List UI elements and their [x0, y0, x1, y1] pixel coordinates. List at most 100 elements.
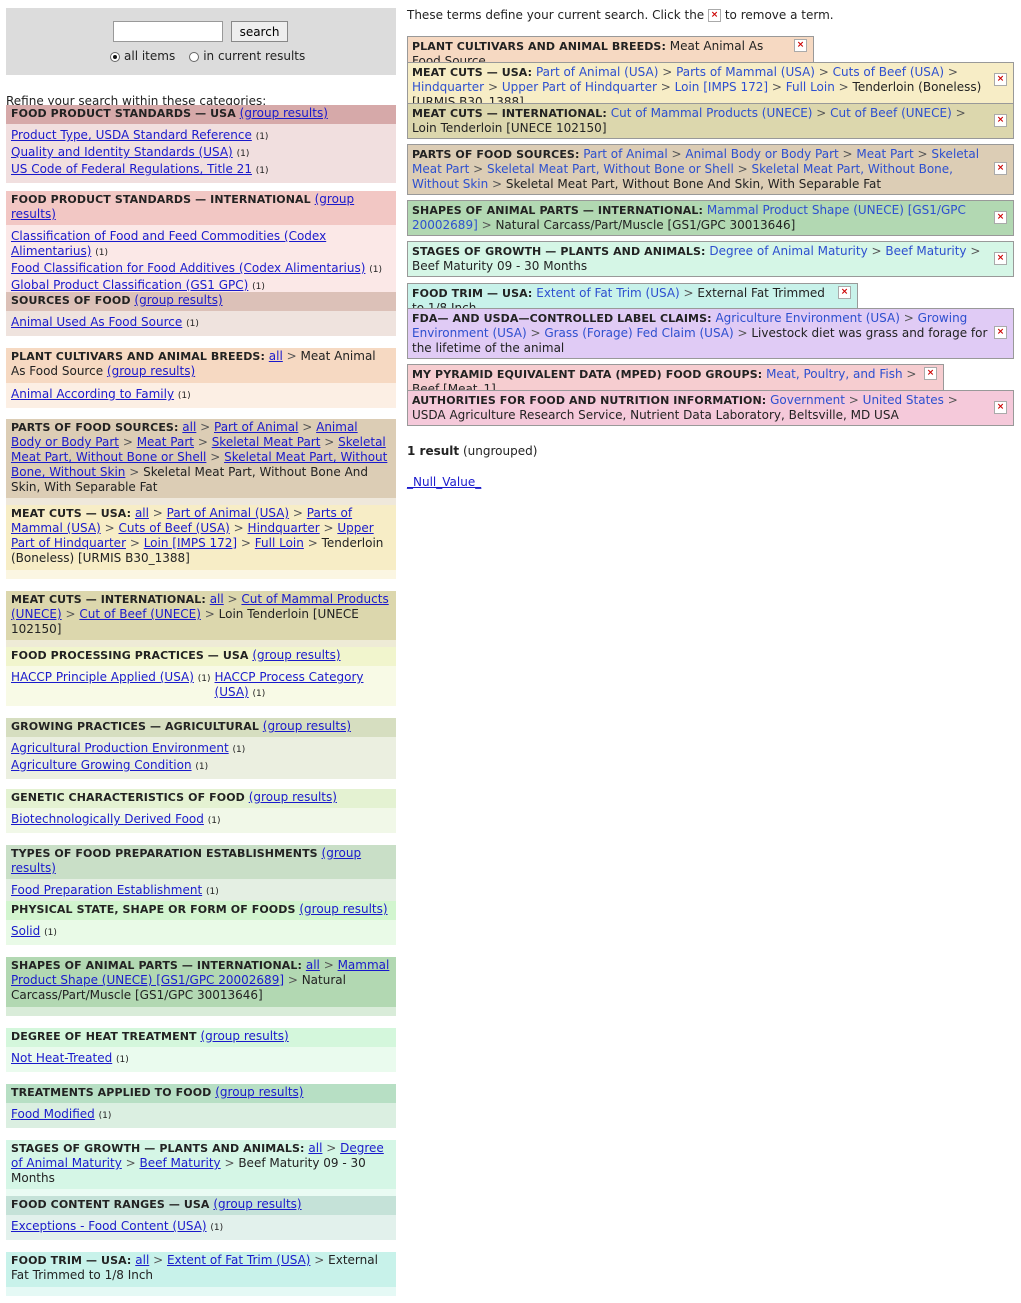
facet-item-count: (1) [186, 319, 199, 329]
term-breadcrumb-link[interactable]: Cut of Beef (UNECE) [830, 106, 952, 120]
breadcrumb-separator: > [119, 435, 137, 449]
term-breadcrumb-link[interactable]: Beef Maturity [885, 244, 966, 258]
remove-term-icon[interactable]: × [994, 73, 1007, 86]
term-breadcrumb-link[interactable]: Part of Animal (USA) [536, 65, 658, 79]
facet-breadcrumb-link[interactable]: all [306, 958, 320, 972]
term-breadcrumb-link[interactable]: United States [863, 393, 944, 407]
facet-breadcrumb-link[interactable]: Hindquarter [248, 521, 320, 535]
term-breadcrumb-link[interactable]: Degree of Animal Maturity [709, 244, 867, 258]
remove-term-icon[interactable]: × [994, 162, 1007, 175]
search-input[interactable] [113, 21, 223, 42]
facet-item-link[interactable]: Agricultural Production Environment [11, 741, 229, 755]
term-breadcrumb-link[interactable]: Hindquarter [412, 80, 484, 94]
group-results-link[interactable]: (group results) [252, 648, 340, 662]
facet-breadcrumb-link[interactable]: Skeletal Meat Part [212, 435, 321, 449]
group-results-link[interactable]: (group results) [249, 790, 337, 804]
group-results-link[interactable]: (group results) [107, 364, 195, 378]
term-breadcrumb-link[interactable]: Loin [IMPS 172] [675, 80, 768, 94]
term-breadcrumb-link[interactable]: Government [770, 393, 845, 407]
facet-item-link[interactable]: Global Product Classification (GS1 GPC) [11, 278, 248, 292]
facet-item-link[interactable]: US Code of Federal Regulations, Title 21 [11, 162, 252, 176]
facet-breadcrumb-link[interactable]: Extent of Fat Trim (USA) [167, 1253, 310, 1267]
radio-all-items[interactable] [110, 51, 120, 62]
search-button[interactable]: search [231, 21, 288, 42]
facet-box: PLANT CULTIVARS AND ANIMAL BREEDS: all >… [6, 348, 396, 408]
facet-item-count: (1) [207, 816, 221, 826]
remove-term-icon[interactable]: × [994, 114, 1007, 127]
remove-term-icon[interactable]: × [994, 326, 1007, 339]
group-results-link[interactable]: (group results) [213, 1197, 301, 1211]
group-results-link[interactable]: (group results) [200, 1029, 288, 1043]
term-breadcrumb-link[interactable]: Cuts of Beef (USA) [833, 65, 944, 79]
facet-breadcrumb-link[interactable]: Loin [IMPS 172] [144, 536, 237, 550]
term-breadcrumb-link[interactable]: Cut of Mammal Products (UNECE) [611, 106, 813, 120]
facet-item-link[interactable]: Quality and Identity Standards (USA) [11, 145, 233, 159]
facet-item-link[interactable]: HACCP Principle Applied (USA) [11, 670, 194, 684]
breadcrumb-separator: > [322, 1141, 341, 1155]
group-results-link[interactable]: (group results) [299, 902, 387, 916]
facet-item-count: (1) [255, 166, 269, 176]
remove-term-icon[interactable]: × [794, 39, 807, 52]
facet-item-link[interactable]: Product Type, USDA Standard Reference [11, 128, 252, 142]
facet-breadcrumb-link[interactable]: Cut of Beef (UNECE) [79, 607, 201, 621]
facet-item-link[interactable]: Solid [11, 924, 40, 938]
facet-breadcrumb-link[interactable]: Part of Animal [214, 420, 298, 434]
remove-term-icon[interactable]: × [924, 367, 937, 380]
facet-item-link[interactable]: Food Modified [11, 1107, 95, 1121]
facet-item-link[interactable]: Agriculture Growing Condition [11, 758, 192, 772]
term-breadcrumb-link[interactable]: Upper Part of Hindquarter [502, 80, 657, 94]
term-breadcrumb-link[interactable]: Full Loin [786, 80, 835, 94]
facet-box: DEGREE OF HEAT TREATMENT (group results)… [6, 1028, 396, 1072]
term-breadcrumb-link[interactable]: Meat, Poultry, and Fish [766, 367, 903, 381]
breadcrumb-separator: > [284, 973, 302, 987]
term-breadcrumb-link[interactable]: Skeletal Meat Part, Without Bone or Shel… [487, 162, 734, 176]
term-breadcrumb-link[interactable]: Animal Body or Body Part [685, 147, 838, 161]
term-breadcrumb-link[interactable]: Agriculture Environment (USA) [715, 311, 899, 325]
facet-title: SOURCES OF FOOD [11, 294, 131, 307]
remove-term-icon[interactable]: × [838, 286, 851, 299]
facet-header: FOOD PRODUCT STANDARDS — INTERNATIONAL (… [6, 191, 396, 225]
facet-item-link[interactable]: Food Classification for Food Additives (… [11, 261, 365, 275]
facet-item: Classification of Food and Feed Commodit… [11, 229, 391, 261]
term-breadcrumb-link[interactable]: Parts of Mammal (USA) [676, 65, 815, 79]
facet-box: TYPES OF FOOD PREPARATION ESTABLISHMENTS… [6, 845, 396, 904]
term-breadcrumb-link[interactable]: Meat Part [856, 147, 913, 161]
group-results-link[interactable]: (group results) [240, 106, 328, 120]
facet-breadcrumb-link[interactable]: Part of Animal (USA) [167, 506, 289, 520]
facet-breadcrumb-link[interactable]: Cuts of Beef (USA) [118, 521, 229, 535]
group-results-link[interactable]: (group results) [215, 1085, 303, 1099]
facet-breadcrumb-link[interactable]: all [308, 1141, 322, 1155]
breadcrumb-separator: > [100, 521, 119, 535]
term-breadcrumb-link[interactable]: Part of Animal [583, 147, 667, 161]
facet-item-link[interactable]: HACCP Process Category (USA) [215, 670, 364, 699]
facet-item-link[interactable]: Classification of Food and Feed Commodit… [11, 229, 326, 258]
term-breadcrumb-link[interactable]: Extent of Fat Trim (USA) [536, 286, 679, 300]
facet-item-link[interactable]: Biotechnologically Derived Food [11, 812, 204, 826]
facet-item-link[interactable]: Animal According to Family [11, 387, 174, 401]
facet-item-link[interactable]: Exceptions - Food Content (USA) [11, 1219, 207, 1233]
facet-breadcrumb-link[interactable]: Beef Maturity [140, 1156, 221, 1170]
facet-item-link[interactable]: Food Preparation Establishment [11, 883, 202, 897]
facet-breadcrumb-link[interactable]: all [269, 349, 283, 363]
facet-breadcrumb-link[interactable]: Meat Part [137, 435, 194, 449]
facet-item-count: (1) [95, 248, 108, 258]
facet-breadcrumb-link[interactable]: all [135, 1253, 149, 1267]
facet-item-link[interactable]: Not Heat-Treated [11, 1051, 112, 1065]
facet-item-link[interactable]: Animal Used As Food Source [11, 315, 182, 329]
facet-breadcrumb-link[interactable]: all [135, 506, 149, 520]
remove-term-icon[interactable]: × [994, 252, 1007, 265]
facet-item: HACCP Process Category (USA) (1) [215, 670, 365, 702]
facet-breadcrumb-link[interactable]: all [182, 420, 196, 434]
group-results-link[interactable]: (group results) [134, 293, 222, 307]
facet-breadcrumb-link[interactable]: all [210, 592, 224, 606]
remove-term-icon[interactable]: × [994, 401, 1007, 414]
term-breadcrumb-link[interactable]: Grass (Forage) Fed Claim (USA) [544, 326, 733, 340]
facet-breadcrumb-link[interactable]: Full Loin [255, 536, 304, 550]
result-link[interactable]: _Null_Value_ [407, 475, 481, 489]
group-results-link[interactable]: (group results) [263, 719, 351, 733]
facet-item-count: (1) [98, 1111, 112, 1121]
radio-current-results[interactable] [189, 51, 200, 62]
breadcrumb-separator: > [844, 393, 863, 407]
remove-term-icon[interactable]: × [994, 211, 1007, 224]
breadcrumb-separator: > [768, 80, 786, 94]
